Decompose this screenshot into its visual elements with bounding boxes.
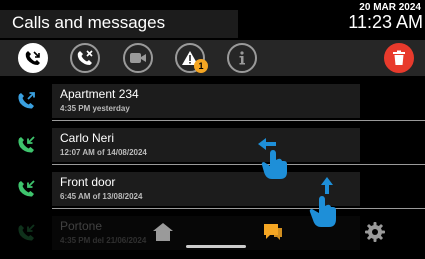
rejected-call-icon bbox=[76, 49, 94, 67]
trash-icon bbox=[392, 50, 406, 66]
alerts-filter-button[interactable]: 1 bbox=[175, 43, 208, 73]
bottom-nav bbox=[0, 214, 425, 259]
alerts-count-badge: 1 bbox=[194, 59, 208, 73]
swipe-left-hand-icon bbox=[256, 134, 292, 185]
call-time: 6:45 AM of 13/08/2024 bbox=[60, 192, 143, 201]
caller-name: Carlo Neri bbox=[60, 131, 115, 145]
list-item[interactable]: Front door 6:45 AM of 13/08/2024 bbox=[0, 172, 425, 214]
chat-icon bbox=[262, 222, 284, 247]
nav-home-button[interactable] bbox=[150, 222, 176, 246]
filter-toolbar: 1 bbox=[0, 40, 425, 76]
call-time: 12:07 AM of 14/08/2024 bbox=[60, 148, 147, 157]
call-time: 4:35 PM yesterday bbox=[60, 104, 130, 113]
delete-button[interactable] bbox=[384, 43, 414, 73]
divider bbox=[52, 208, 425, 209]
incoming-call-icon bbox=[16, 134, 38, 156]
gear-icon bbox=[364, 221, 386, 248]
swipe-up-hand-icon bbox=[305, 176, 339, 233]
nav-calls-messages-button[interactable] bbox=[260, 222, 286, 246]
caller-name: Front door bbox=[60, 175, 116, 189]
video-filter-button[interactable] bbox=[123, 43, 153, 73]
info-button[interactable] bbox=[227, 43, 257, 73]
list-item[interactable]: Carlo Neri 12:07 AM of 14/08/2024 bbox=[0, 128, 425, 170]
home-icon bbox=[152, 222, 174, 247]
missed-calls-filter-button[interactable] bbox=[18, 43, 48, 73]
nav-settings-button[interactable] bbox=[362, 221, 388, 248]
video-camera-icon bbox=[129, 51, 147, 65]
outgoing-call-icon bbox=[16, 90, 38, 112]
clock: 11:23 AM bbox=[348, 12, 423, 32]
rejected-calls-filter-button[interactable] bbox=[70, 43, 100, 73]
incoming-call-icon bbox=[16, 178, 38, 200]
caller-name: Apartment 234 bbox=[60, 87, 139, 101]
divider bbox=[52, 120, 425, 121]
missed-call-icon bbox=[24, 49, 42, 67]
page-title: Calls and messages bbox=[12, 13, 166, 32]
list-item[interactable]: Apartment 234 4:35 PM yesterday bbox=[0, 84, 425, 126]
home-indicator bbox=[186, 245, 246, 248]
info-icon bbox=[235, 50, 249, 66]
divider bbox=[52, 164, 425, 165]
